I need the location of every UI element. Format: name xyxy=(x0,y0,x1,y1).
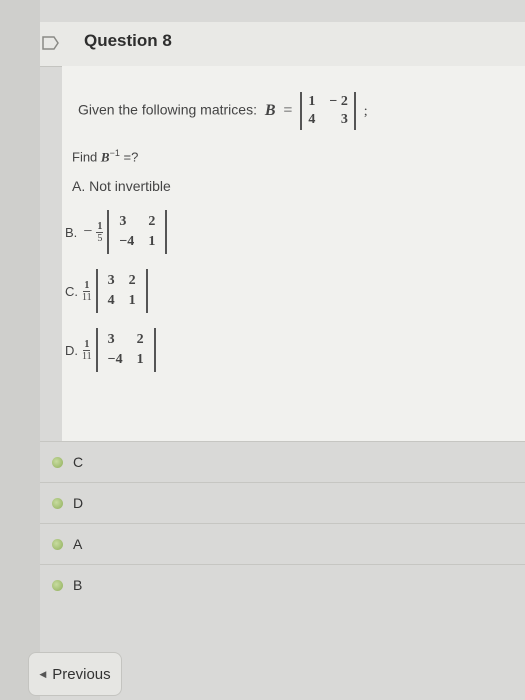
fraction-denominator: 11 xyxy=(82,291,92,303)
matrix-row: 1 − 2 xyxy=(308,93,347,111)
caret-left-icon: ◀ xyxy=(39,668,47,679)
answer-choice-c[interactable]: C xyxy=(40,441,525,482)
find-instruction: Find B−1 =? xyxy=(72,148,138,165)
radio-button[interactable] xyxy=(52,456,63,468)
prompt-text: Given the following matrices: xyxy=(78,101,257,118)
matrix-row: −4 1 xyxy=(108,350,144,370)
previous-label: Previous xyxy=(52,665,111,683)
matrix-cell: 4 xyxy=(107,293,115,308)
choice-label: A xyxy=(73,536,83,552)
matrix-cell: 1 xyxy=(308,94,316,109)
find-exponent: −1 xyxy=(109,148,120,158)
option-matrix: 3 2 4 1 xyxy=(95,269,148,313)
flag-icon[interactable] xyxy=(40,34,60,52)
option-d: D. 1 11 3 2 −4 1 xyxy=(65,328,156,372)
matrix-cell: 1 xyxy=(148,234,156,249)
option-fraction: 1 5 xyxy=(96,220,104,244)
matrix-cell: −4 xyxy=(119,234,135,249)
answer-choice-b[interactable]: B xyxy=(40,564,525,605)
answer-choice-a[interactable]: A xyxy=(40,523,525,564)
matrix-cell: 2 xyxy=(148,214,156,229)
option-fraction: 1 11 xyxy=(82,280,92,303)
matrix-cell: 3 xyxy=(107,332,115,347)
option-b: B. − 1 5 3 2 −4 1 xyxy=(65,210,168,254)
option-c: C. 1 11 3 2 4 1 xyxy=(65,269,148,313)
option-matrix: 3 2 −4 1 xyxy=(107,210,168,254)
answer-choices: C D A B xyxy=(40,441,525,605)
matrix-name: B xyxy=(264,101,276,119)
matrix-cell: 2 xyxy=(128,273,136,288)
page-left-margin xyxy=(0,0,40,700)
matrix-row: 4 1 xyxy=(108,291,136,311)
matrix-cell: 3 xyxy=(107,273,115,288)
matrix-cell: − 2 xyxy=(329,94,348,109)
matrix-cell: 1 xyxy=(136,352,144,367)
option-a: A. Not invertible xyxy=(72,178,171,194)
matrix-cell: 3 xyxy=(340,112,348,127)
radio-button[interactable] xyxy=(52,497,63,509)
matrix-cell: 1 xyxy=(128,293,136,308)
matrix-b: 1 − 2 4 3 xyxy=(300,92,356,130)
option-label: D. xyxy=(65,342,78,358)
choice-label: C xyxy=(73,454,84,470)
matrix-row: 3 2 xyxy=(108,271,136,291)
fraction-numerator: 1 xyxy=(83,338,91,351)
semicolon: ; xyxy=(363,103,368,119)
matrix-cell: 2 xyxy=(136,332,144,347)
find-suffix: =? xyxy=(123,149,139,165)
matrix-cell: 4 xyxy=(308,112,316,127)
fraction-numerator: 1 xyxy=(83,279,91,292)
answer-choice-d[interactable]: D xyxy=(40,482,525,523)
fraction-numerator: 1 xyxy=(96,220,104,233)
fraction-denominator: 5 xyxy=(97,232,103,244)
question-prompt: Given the following matrices: B = 1 − 2 … xyxy=(78,92,368,130)
find-label: Find xyxy=(72,149,98,165)
option-sign: − xyxy=(83,223,93,240)
option-label: C. xyxy=(65,283,78,299)
choice-label: D xyxy=(73,495,84,511)
fraction-denominator: 11 xyxy=(82,350,92,362)
radio-button[interactable] xyxy=(52,538,63,550)
option-matrix: 3 2 −4 1 xyxy=(95,328,156,372)
option-fraction: 1 11 xyxy=(82,339,92,362)
radio-button[interactable] xyxy=(52,579,63,591)
matrix-row: 4 3 xyxy=(308,111,347,129)
choice-label: B xyxy=(73,577,83,593)
matrix-row: 3 2 xyxy=(119,212,155,232)
question-title: Question 8 xyxy=(84,31,172,50)
previous-button[interactable]: ◀ Previous xyxy=(28,652,122,696)
matrix-row: −4 1 xyxy=(119,232,155,252)
matrix-row: 3 2 xyxy=(108,330,144,350)
equals-sign: = xyxy=(283,101,293,119)
option-label: B. xyxy=(65,224,78,240)
matrix-cell: −4 xyxy=(107,352,123,367)
find-expr: B xyxy=(100,149,110,165)
matrix-cell: 3 xyxy=(119,214,127,229)
